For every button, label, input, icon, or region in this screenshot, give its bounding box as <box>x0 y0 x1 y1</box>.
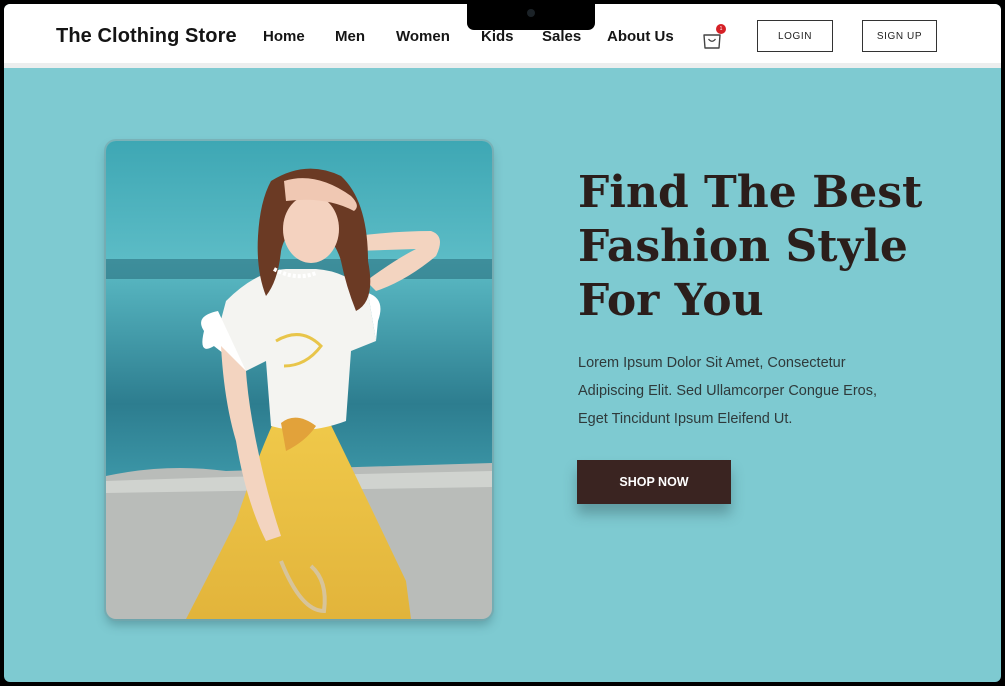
hero-heading-line: Fashion Style <box>578 221 908 272</box>
hero-description: Lorem Ipsum Dolor Sit Amet, Consectetur … <box>578 349 908 433</box>
hero-description-line: Eget Tincidunt Ipsum Eleifend Ut. <box>578 411 793 427</box>
nav-about-us[interactable]: About Us <box>607 28 674 45</box>
hero-heading: Find The Best Fashion Style For You <box>578 166 978 328</box>
hero-heading-line: For You <box>578 275 764 326</box>
cart-count-badge: 1 <box>716 24 726 34</box>
hero-description-line: Adipiscing Elit. Sed Ullamcorper Congue … <box>578 383 877 399</box>
app-frame: The Clothing Store Home Men Women Kids S… <box>4 4 1001 682</box>
login-button[interactable]: LOGIN <box>757 20 833 52</box>
shop-now-button[interactable]: SHOP NOW <box>577 460 731 504</box>
hero-description-line: Lorem Ipsum Dolor Sit Amet, Consectetur <box>578 355 846 371</box>
brand-logo[interactable]: The Clothing Store <box>56 25 237 48</box>
nav-home[interactable]: Home <box>263 28 305 45</box>
nav-kids[interactable]: Kids <box>481 28 514 45</box>
signup-button[interactable]: SIGN UP <box>862 20 937 52</box>
camera-icon <box>527 9 535 17</box>
nav-women[interactable]: Women <box>396 28 450 45</box>
camera-notch <box>467 4 595 30</box>
nav-men[interactable]: Men <box>335 28 365 45</box>
nav-sales[interactable]: Sales <box>542 28 581 45</box>
hero-photo <box>106 141 492 619</box>
hero-heading-line: Find The Best <box>578 167 923 218</box>
